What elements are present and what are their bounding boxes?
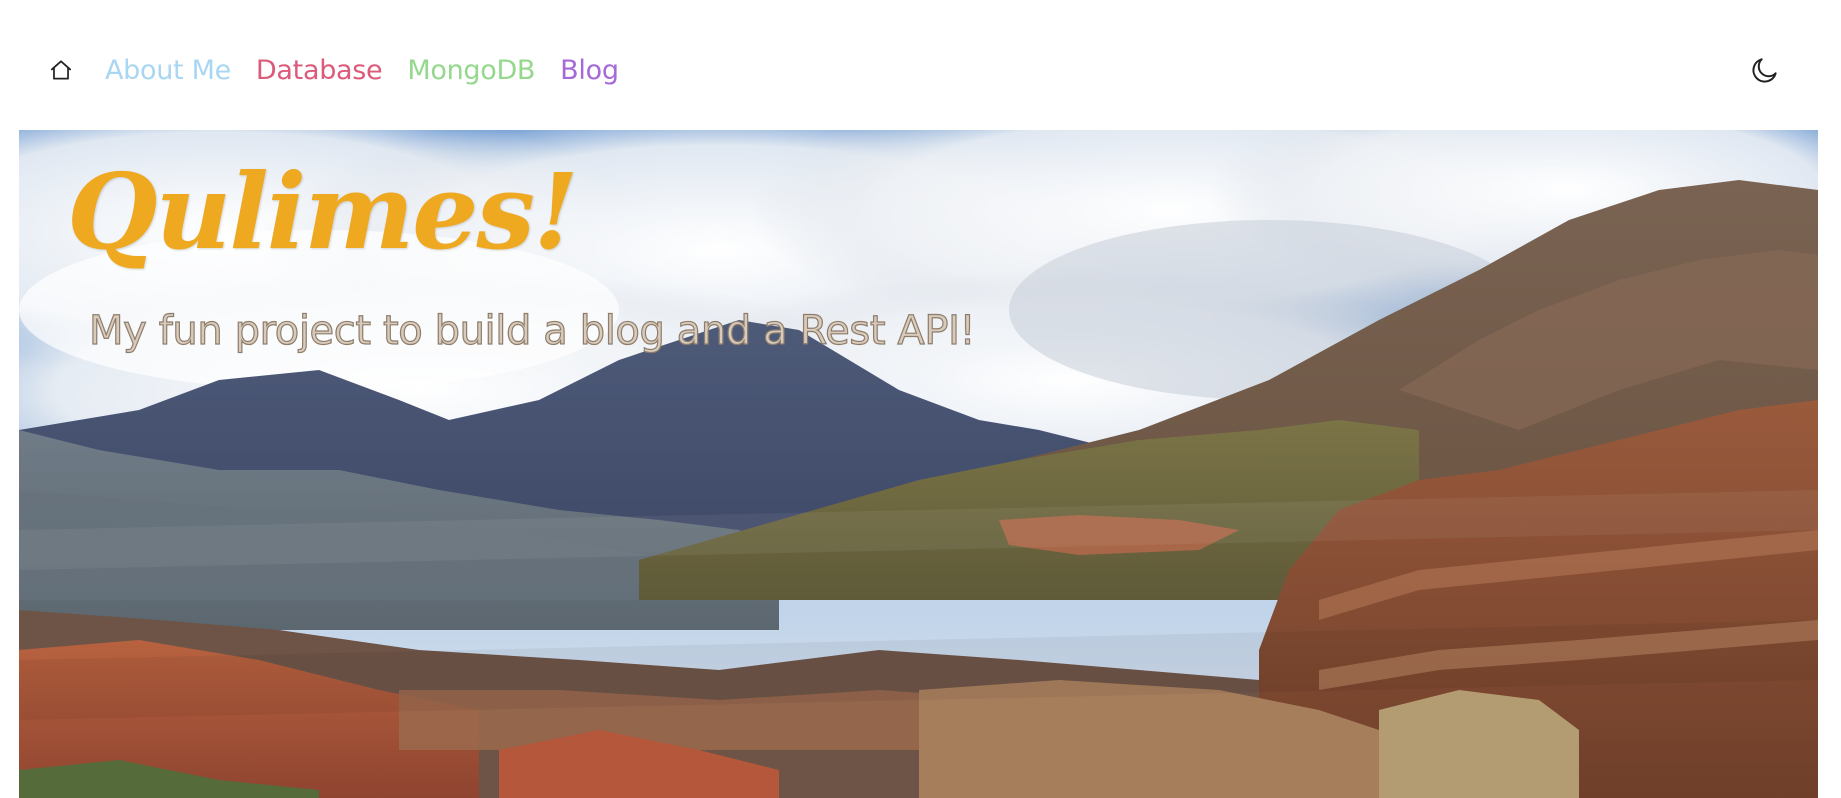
top-navbar: About Me Database MongoDB Blog [0, 0, 1841, 130]
theme-toggle-button[interactable] [1748, 53, 1782, 87]
home-link[interactable] [47, 56, 75, 84]
nav-link-about-me[interactable]: About Me [105, 55, 231, 86]
nav-link-mongodb[interactable]: MongoDB [407, 55, 535, 86]
home-icon [50, 60, 72, 80]
moon-icon [1752, 58, 1777, 83]
hero-subtitle: My fun project to build a blog and a Res… [88, 307, 976, 354]
main-nav: About Me Database MongoDB Blog [47, 50, 644, 90]
nav-link-database[interactable]: Database [256, 55, 383, 86]
hero-title: Qulimes! [67, 150, 579, 273]
hero-banner: Qulimes! My fun project to build a blog … [19, 130, 1818, 798]
nav-link-blog[interactable]: Blog [560, 55, 619, 86]
